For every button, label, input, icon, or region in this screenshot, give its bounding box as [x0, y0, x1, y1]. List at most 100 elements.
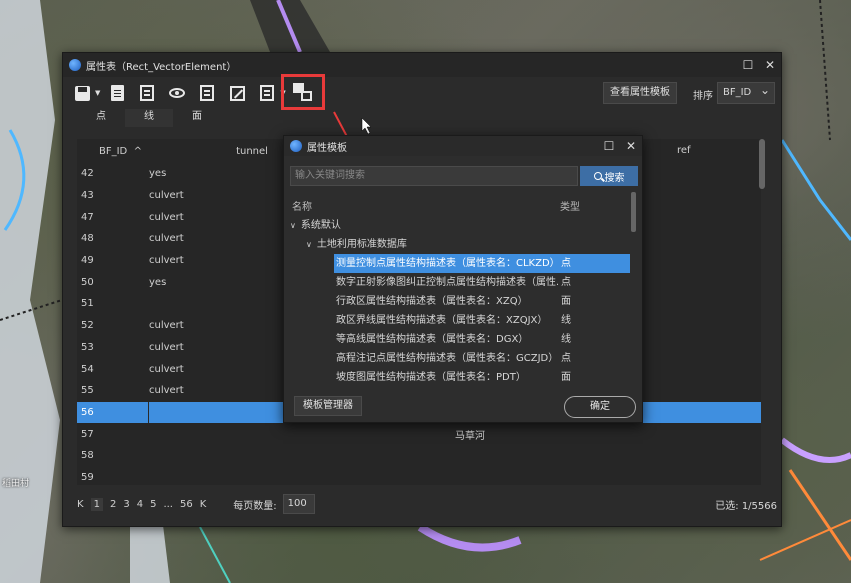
cell-tunnel: culvert	[149, 363, 184, 375]
app-logo-icon	[290, 140, 302, 152]
cell-tunnel: culvert	[149, 233, 184, 245]
page-4[interactable]: 4	[137, 499, 143, 510]
page-2[interactable]: 2	[110, 499, 116, 510]
page-56[interactable]: 56	[180, 499, 193, 510]
maximize-icon[interactable]: ☐	[737, 58, 759, 72]
page-5[interactable]: 5	[150, 499, 156, 510]
list-button[interactable]	[136, 82, 158, 104]
document-icon	[110, 85, 124, 101]
close-icon[interactable]: ✕	[620, 139, 642, 153]
sort-label: 排序	[693, 91, 713, 102]
cell-tunnel: culvert	[149, 385, 184, 397]
map-label-village: 稻田村	[2, 479, 30, 489]
template-item[interactable]: 行政区属性结构描述表（属性表名：XZQ） 面	[290, 292, 630, 311]
template-item[interactable]: 等高线属性结构描述表（属性表名：DGX） 线	[290, 330, 630, 349]
cell-tunnel: culvert	[149, 320, 184, 332]
per-page-label: 每页数量:	[233, 500, 277, 512]
table-scrollbar[interactable]	[759, 139, 765, 479]
cell-bf-id: 59	[81, 471, 94, 483]
template-icon	[293, 83, 313, 101]
first-page-button[interactable]: K	[77, 499, 84, 510]
selection-count: 已选: 1/5566	[715, 500, 777, 512]
form-icon	[200, 85, 215, 101]
window-titlebar[interactable]: 属性表（Rect_VectorElement） ☐ ✕	[63, 53, 781, 77]
table-button[interactable]	[256, 82, 278, 104]
view-template-button[interactable]: 查看属性模板	[603, 82, 677, 104]
template-item-name: 坡度图属性结构描述表（属性表名：PDT）	[336, 372, 526, 383]
dialog-scrollbar[interactable]	[631, 192, 636, 388]
window-title: 属性表（Rect_VectorElement）	[86, 61, 237, 73]
search-row: 输入关键词搜索 搜索	[290, 166, 638, 186]
column-header-bf-id[interactable]: BF_ID ^	[77, 146, 147, 157]
cell-bf-id: 53	[81, 341, 94, 353]
chevron-down-icon[interactable]: ∨	[290, 221, 296, 230]
search-button[interactable]: 搜索	[580, 166, 638, 186]
template-item-name: 高程注记点属性结构描述表（属性表名：GCZJD）	[336, 353, 558, 364]
sort-select[interactable]: BF_ID	[717, 80, 775, 104]
edit-icon	[229, 85, 245, 101]
tab-line[interactable]: 线	[125, 109, 173, 127]
template-item-type: 点	[561, 353, 571, 364]
sort-asc-icon: ^	[133, 145, 143, 157]
maximize-icon[interactable]: ☐	[598, 139, 620, 153]
cell-tunnel: culvert	[149, 255, 184, 267]
cell-tunnel: yes	[149, 168, 167, 180]
cell-bf-id: 56	[77, 401, 149, 424]
search-input[interactable]: 输入关键词搜索	[290, 166, 578, 186]
template-item-type: 线	[561, 334, 571, 345]
view-button[interactable]	[166, 82, 188, 104]
template-item-name: 等高线属性结构描述表（属性表名：DGX）	[336, 334, 529, 345]
tree-subgroup-land-use[interactable]: ∨ 土地利用标准数据库	[290, 235, 630, 254]
template-item-name: 测量控制点属性结构描述表（属性表名：CLKZD）	[336, 258, 558, 269]
last-page-button[interactable]: K	[200, 499, 207, 510]
template-item-type: 面	[561, 296, 571, 307]
save-icon	[74, 85, 90, 101]
page-1[interactable]: 1	[90, 497, 103, 511]
tree-group-system-default[interactable]: ∨ 系统默认	[290, 216, 630, 235]
template-item[interactable]: 政区界线属性结构描述表（属性表名：XZQJX） 线	[290, 311, 630, 330]
eye-icon	[169, 88, 186, 98]
tab-polygon[interactable]: 面	[173, 109, 221, 127]
edit-field-button[interactable]	[226, 82, 248, 104]
ok-button[interactable]: 确定	[564, 396, 636, 418]
template-manager-button[interactable]: 模板管理器	[294, 396, 362, 416]
close-icon[interactable]: ✕	[759, 58, 781, 72]
geometry-tabs: 点 线 面	[63, 109, 781, 127]
cell-tunnel: culvert	[149, 190, 184, 202]
save-button[interactable]	[71, 82, 93, 104]
cell-bf-id: 57	[81, 428, 94, 440]
table-row[interactable]: 58	[77, 445, 761, 467]
template-item-name: 政区界线属性结构描述表（属性表名：XZQJX）	[336, 315, 548, 326]
chevron-down-icon[interactable]: ∨	[306, 240, 312, 249]
table-row[interactable]: 59	[77, 467, 761, 489]
new-button[interactable]	[106, 82, 128, 104]
cell-bf-id: 49	[81, 255, 94, 267]
tab-point[interactable]: 点	[77, 109, 125, 127]
template-item[interactable]: 数字正射影像图纠正控制点属性结构描述表（属性... 点	[290, 273, 630, 292]
template-item[interactable]: 高程注记点属性结构描述表（属性表名：GCZJD）点	[290, 349, 630, 368]
template-tree: ∨ 系统默认 ∨ 土地利用标准数据库 测量控制点属性结构描述表（属性表名：CLKZD…	[290, 216, 630, 387]
cell-bf-id: 48	[81, 233, 94, 245]
cell-bf-id: 42	[81, 168, 94, 180]
list-icon	[140, 85, 155, 101]
template-list-header: 名称 类型	[292, 198, 632, 213]
cell-bf-id: 47	[81, 211, 94, 223]
table-row[interactable]: 57 马草河	[77, 423, 761, 445]
cell-bf-id: 52	[81, 320, 94, 332]
chevron-down-icon[interactable]: ▼	[95, 89, 100, 97]
form-button[interactable]	[196, 82, 218, 104]
cell-bf-id: 58	[81, 450, 94, 462]
attribute-template-button[interactable]	[281, 74, 325, 110]
per-page-input[interactable]: 100	[282, 494, 315, 514]
template-item[interactable]: 测量控制点属性结构描述表（属性表名：CLKZD）点	[334, 254, 630, 273]
template-item-type: 线	[561, 315, 571, 326]
template-item-type: 点	[561, 277, 571, 288]
column-header-ref[interactable]: ref	[677, 145, 691, 156]
dialog-titlebar[interactable]: 属性模板 ☐ ✕	[284, 136, 642, 156]
column-type: 类型	[560, 202, 580, 213]
template-item[interactable]: 坡度图属性结构描述表（属性表名：PDT） 面	[290, 368, 630, 387]
page-3[interactable]: 3	[123, 499, 129, 510]
template-item-type: 点	[561, 258, 571, 269]
cell-bf-id: 55	[81, 385, 94, 397]
page-ellipsis: ...	[163, 498, 173, 510]
